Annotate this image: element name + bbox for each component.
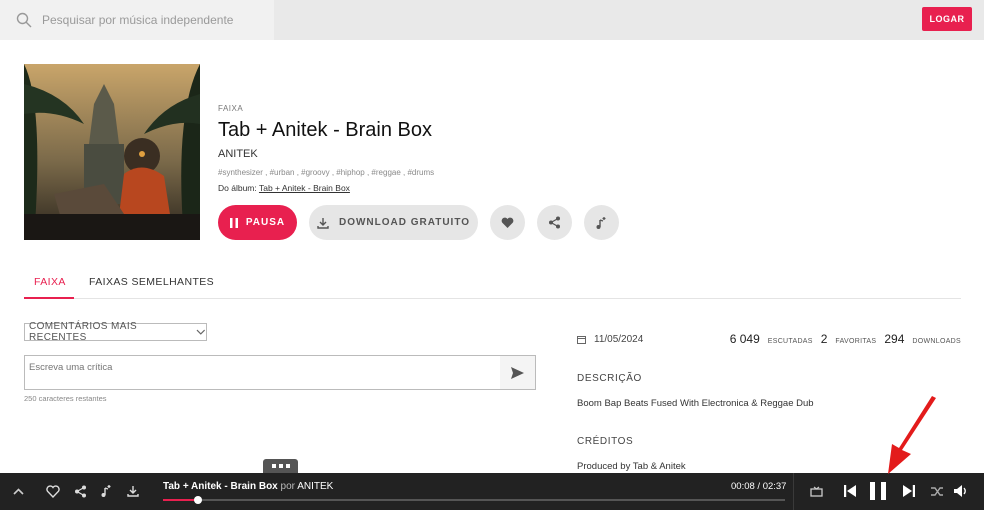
expand-player-button[interactable]	[8, 481, 28, 501]
credits-heading: CRÉDITOS	[577, 436, 634, 447]
comments-sort-select[interactable]: COMENTÁRIOS MAIS RECENTES	[24, 321, 207, 343]
pause-icon	[870, 482, 886, 500]
send-icon	[511, 366, 524, 379]
skip-previous-icon	[844, 485, 856, 497]
track-stats: 6 049 ESCUTADAS 2 FAVORITAS 294 DOWNLOAD…	[730, 332, 961, 346]
track-meta: FAIXA Tab + Anitek - Brain Box ANITEK #s…	[218, 104, 434, 193]
download-button[interactable]: DOWNLOAD GRATUITO	[309, 205, 478, 240]
now-playing-artist[interactable]: ANITEK	[297, 481, 333, 492]
playlist-add-icon	[596, 216, 605, 229]
progress-bar[interactable]	[163, 496, 785, 504]
now-playing-title[interactable]: Tab + Anitek - Brain Box	[163, 481, 278, 492]
chevron-up-icon	[12, 487, 24, 495]
credits-text: Produced by Tab & Anitek	[577, 461, 686, 472]
player-download-button[interactable]	[123, 481, 143, 501]
now-playing: Tab + Anitek - Brain Box por ANITEK	[163, 481, 333, 492]
review-input[interactable]	[25, 356, 500, 389]
release-date: 11/05/2024	[577, 334, 643, 345]
share-button[interactable]	[537, 205, 572, 240]
track-kind: FAIXA	[218, 104, 244, 113]
tab-similar-tracks[interactable]: FAIXAS SEMELHANTES	[89, 276, 214, 288]
album-line: Do álbum: Tab + Anitek - Brain Box	[218, 183, 434, 193]
track-title: Tab + Anitek - Brain Box	[218, 119, 433, 141]
characters-remaining: 250 caracteres restantes	[24, 394, 107, 403]
track-artist[interactable]: ANITEK	[218, 148, 434, 160]
add-to-playlist-button[interactable]	[584, 205, 619, 240]
chevron-down-icon	[196, 329, 206, 335]
album-link[interactable]: Tab + Anitek - Brain Box	[259, 183, 350, 193]
favorites-count: 2	[820, 332, 828, 346]
player-add-to-playlist-button[interactable]	[97, 481, 117, 501]
share-icon	[549, 216, 560, 229]
review-box	[24, 355, 501, 390]
plays-count: 6 049	[729, 332, 760, 346]
heart-icon	[501, 217, 514, 228]
heart-outline-icon	[46, 484, 60, 498]
downloads-count: 294	[884, 332, 905, 346]
search-icon	[16, 12, 32, 28]
volume-icon	[954, 485, 966, 497]
download-icon	[317, 217, 329, 229]
volume-button[interactable]	[951, 481, 971, 501]
description-heading: DESCRIÇÃO	[577, 373, 642, 384]
track-tags[interactable]: #synthesizer , #urban , #groovy , #hipho…	[218, 168, 434, 177]
plays-label: ESCUTADAS	[767, 338, 813, 345]
shuffle-icon	[930, 486, 943, 496]
tab-faixa[interactable]: FAIXA	[34, 276, 66, 288]
download-icon	[127, 486, 139, 497]
player-share-button[interactable]	[70, 481, 90, 501]
share-icon	[74, 485, 86, 497]
play-pause-button[interactable]	[868, 481, 888, 501]
previous-button[interactable]	[840, 481, 860, 501]
downloads-label: DOWNLOADS	[912, 338, 961, 345]
playback-time: 00:08 / 02:37	[731, 481, 787, 492]
queue-icon	[809, 486, 823, 497]
progress-fill	[163, 499, 198, 501]
login-button[interactable]: LOGAR	[922, 7, 972, 31]
skip-next-icon	[903, 485, 915, 497]
album-cover	[24, 64, 200, 240]
release-date-value: 11/05/2024	[594, 334, 644, 345]
calendar-icon	[577, 336, 586, 344]
sort-label: COMENTÁRIOS MAIS RECENTES	[29, 321, 138, 343]
pause-button[interactable]: PAUSA	[218, 205, 297, 240]
send-review-button[interactable]	[500, 355, 536, 390]
search-input[interactable]	[42, 13, 262, 27]
player-divider	[793, 473, 794, 510]
pause-icon	[229, 217, 238, 228]
shuffle-button[interactable]	[927, 481, 947, 501]
favorites-label: FAVORITAS	[835, 338, 877, 345]
now-playing-by: por	[280, 481, 295, 492]
next-button[interactable]	[899, 481, 919, 501]
active-tab-indicator	[24, 297, 74, 299]
download-label: DOWNLOAD GRATUITO	[338, 217, 471, 228]
player-expand-handle[interactable]	[263, 459, 298, 473]
annotation-arrow-icon	[888, 396, 936, 474]
tab-bar: FAIXA FAIXAS SEMELHANTES	[24, 272, 961, 299]
progress-handle[interactable]	[193, 496, 202, 504]
album-prefix: Do álbum:	[218, 183, 257, 193]
top-bar: LOGAR	[0, 0, 984, 40]
player-favorite-button[interactable]	[43, 481, 63, 501]
bottom-player: Tab + Anitek - Brain Box por ANITEK 00:0…	[0, 473, 984, 510]
pause-label: PAUSA	[245, 217, 286, 228]
description-text: Boom Bap Beats Fused With Electronica & …	[577, 398, 814, 409]
search-box[interactable]	[0, 0, 274, 40]
queue-button[interactable]	[806, 481, 826, 501]
favorite-button[interactable]	[490, 205, 525, 240]
playlist-add-icon	[101, 485, 111, 497]
track-actions: PAUSA DOWNLOAD GRATUITO	[218, 205, 619, 240]
